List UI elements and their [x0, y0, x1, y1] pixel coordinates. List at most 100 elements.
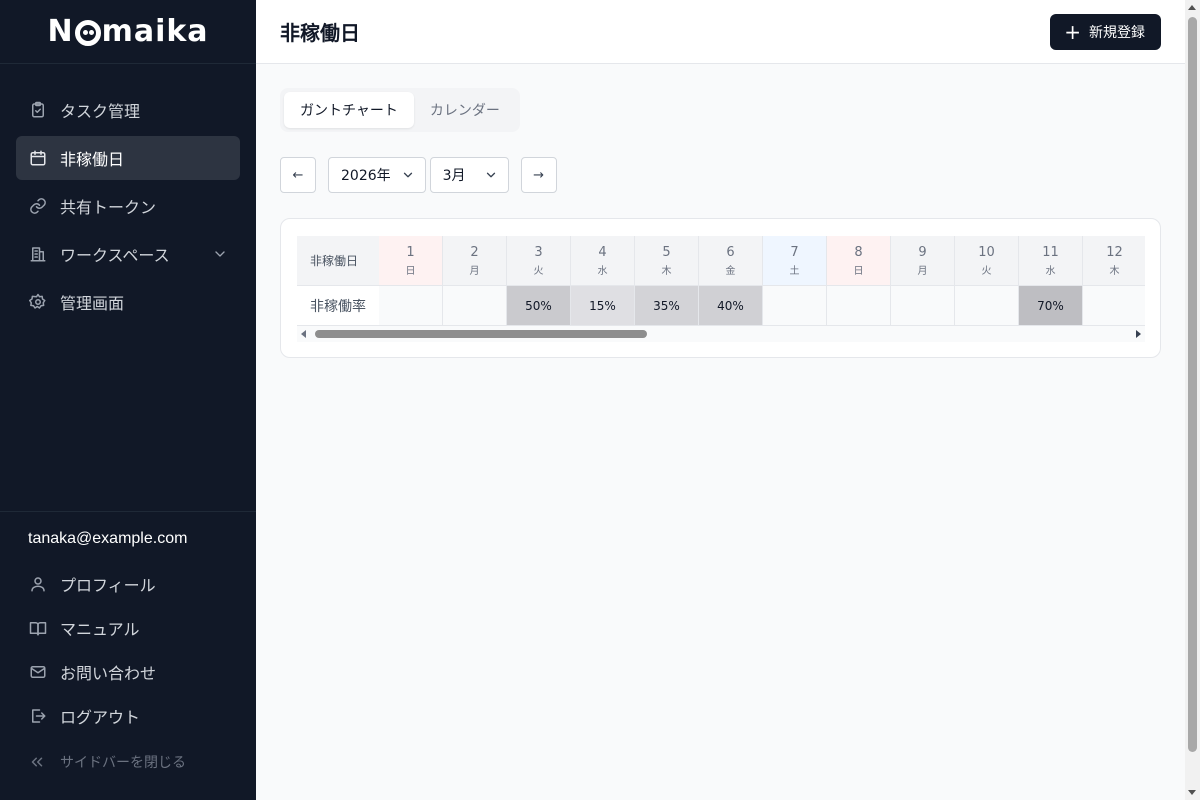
day-number: 5 [662, 244, 671, 260]
rate-cell[interactable] [955, 286, 1019, 326]
rate-cell[interactable]: 35% [635, 286, 699, 326]
scroll-right-arrow-icon[interactable] [1136, 330, 1141, 338]
day-number: 1 [406, 244, 415, 260]
rate-cell[interactable] [891, 286, 955, 326]
day-number: 9 [918, 244, 927, 260]
scroll-left-arrow-icon[interactable] [301, 330, 306, 338]
rate-cell[interactable] [827, 286, 891, 326]
rate-cell[interactable]: 40% [699, 286, 763, 326]
day-number: 6 [726, 244, 735, 260]
gantt-grid: 非稼働日 1 日 2 月 3 火 4 水 5 木 6 金 7 土 8 日 9 月 10 火 11 水 12 木非稼働率 50% 1… [297, 236, 1145, 326]
weekday-label: 木 [1109, 265, 1120, 277]
profile-link[interactable]: プロフィール [16, 562, 240, 606]
gantt-card: 非稼働日 1 日 2 月 3 火 4 水 5 木 6 金 7 土 8 日 9 月 10 火 11 水 12 木非稼働率 50% 1… [280, 218, 1161, 358]
day-header: 4水 [571, 236, 635, 286]
prev-month-button[interactable]: ← [280, 157, 316, 193]
rate-cell[interactable] [443, 286, 507, 326]
app-logo[interactable]: Nmaika [47, 14, 208, 49]
day-number: 8 [854, 244, 863, 260]
user-email: tanaka@example.com [28, 530, 188, 547]
day-header: 9月 [891, 236, 955, 286]
tab-gantt[interactable]: ガントチャート [284, 92, 414, 128]
day-number: 3 [534, 244, 543, 260]
contact-link[interactable]: お問い合わせ [16, 650, 240, 694]
rate-cell[interactable]: 70% [1019, 286, 1083, 326]
logout-link[interactable]: ログアウト [16, 694, 240, 738]
chevron-down-icon [484, 168, 498, 182]
logo-area: Nmaika [0, 0, 256, 64]
weekday-label: 木 [661, 265, 672, 277]
chevron-down-icon[interactable] [212, 246, 228, 262]
weekday-label: 水 [1045, 265, 1056, 277]
collapse-sidebar-button[interactable]: サイドバーを閉じる [16, 740, 240, 784]
book-icon [28, 618, 48, 638]
weekday-label: 火 [533, 265, 544, 277]
sidebar-item-admin[interactable]: 管理画面 [16, 280, 240, 324]
sidebar: Nmaika タスク管理 非稼働日 共有トークン ワークスペース 管理画面 ta… [0, 0, 256, 800]
top-bar: 非稼働日 + 新規登録 [256, 0, 1200, 64]
day-header: 2月 [443, 236, 507, 286]
scrollbar-thumb[interactable] [315, 330, 647, 338]
logo-o-mark-icon [74, 19, 101, 46]
weekday-label: 日 [853, 265, 864, 277]
main-area: 非稼働日 + 新規登録 ガントチャート カレンダー ← 2026年 3月 → 非… [256, 0, 1200, 800]
sidebar-item-tasks[interactable]: タスク管理 [16, 88, 240, 132]
link-icon [28, 196, 48, 216]
calendar-icon [28, 148, 48, 168]
period-controls: ← 2026年 3月 → [280, 157, 557, 193]
weekday-label: 日 [405, 265, 416, 277]
year-value: 2026年 [341, 168, 391, 184]
day-number: 2 [470, 244, 479, 260]
sidebar-item-workspace[interactable]: ワークスペース [16, 232, 240, 276]
sidebar-nav: タスク管理 非稼働日 共有トークン ワークスペース 管理画面 [0, 64, 256, 324]
row-label: 非稼働率 [297, 286, 379, 326]
month-select[interactable]: 3月 [429, 157, 509, 193]
day-number: 12 [1106, 244, 1123, 260]
page-scrollbar[interactable] [1185, 0, 1200, 800]
horizontal-scrollbar[interactable] [297, 326, 1145, 342]
day-header: 5木 [635, 236, 699, 286]
rate-cell[interactable]: 50% [507, 286, 571, 326]
day-header: 10 火 [955, 236, 1019, 286]
page-title: 非稼働日 [280, 21, 360, 45]
tab-calendar[interactable]: カレンダー [414, 92, 516, 128]
collapse-label: サイドバーを閉じる [60, 755, 186, 771]
scroll-down-arrow-icon[interactable] [1188, 790, 1196, 795]
day-header: 1日 [379, 236, 443, 286]
next-month-button[interactable]: → [520, 157, 557, 193]
day-number: 4 [598, 244, 607, 260]
header-label: 非稼働日 [297, 236, 379, 286]
page-scrollbar-thumb[interactable] [1188, 17, 1197, 752]
logout-label: ログアウト [60, 708, 141, 727]
contact-label: お問い合わせ [60, 664, 157, 683]
gantt-grid-viewport: 非稼働日 1 日 2 月 3 火 4 水 5 木 6 金 7 土 8 日 9 月 10 火 11 水 12 木非稼働率 50% 1… [297, 236, 1145, 344]
logo-text-end: maika [101, 14, 209, 49]
sidebar-item-label: タスク管理 [60, 102, 141, 121]
mail-icon [28, 662, 48, 682]
sidebar-item-share-tokens[interactable]: 共有トークン [16, 184, 240, 228]
day-header: 7土 [763, 236, 827, 286]
rate-cell[interactable]: 15% [571, 286, 635, 326]
day-header: 6金 [699, 236, 763, 286]
rate-cell[interactable] [379, 286, 443, 326]
sidebar-item-label: 管理画面 [60, 294, 125, 313]
weekday-label: 月 [917, 265, 928, 277]
rate-cell[interactable] [763, 286, 827, 326]
sidebar-item-non-working-days[interactable]: 非稼働日 [16, 136, 240, 180]
chevron-down-icon [401, 168, 415, 182]
clipboard-check-icon [28, 100, 48, 120]
day-number: 7 [790, 244, 799, 260]
year-select[interactable]: 2026年 [328, 157, 426, 193]
day-header: 12 木 [1083, 236, 1145, 286]
new-register-button[interactable]: + 新規登録 [1050, 14, 1161, 50]
manual-link[interactable]: マニュアル [16, 606, 240, 650]
new-register-label: 新規登録 [1089, 25, 1145, 41]
sidebar-item-label: 非稼働日 [60, 150, 125, 169]
weekday-label: 金 [725, 265, 736, 277]
sidebar-item-label: ワークスペース [60, 246, 170, 265]
weekday-label: 水 [597, 265, 608, 277]
rate-cell[interactable] [1083, 286, 1145, 326]
chevrons-left-icon [28, 753, 48, 771]
scroll-up-arrow-icon[interactable] [1188, 5, 1196, 10]
day-number: 11 [1042, 244, 1059, 260]
